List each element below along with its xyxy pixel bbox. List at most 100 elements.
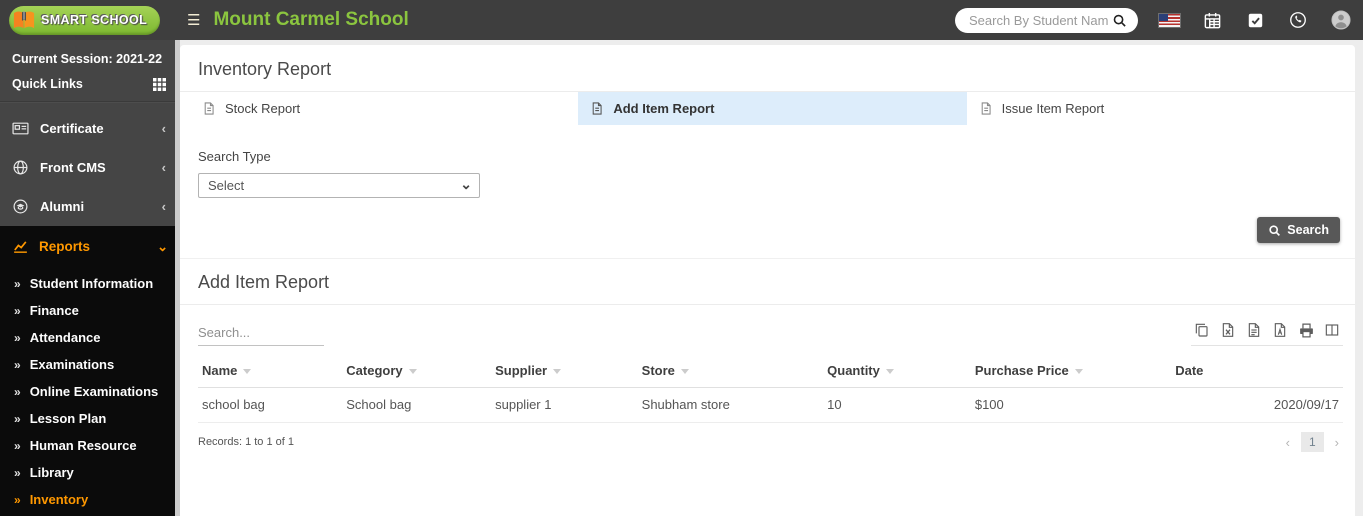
sidebar-item-front-cms[interactable]: Front CMS ‹ xyxy=(0,148,180,187)
table-row[interactable]: school bag School bag supplier 1 Shubham… xyxy=(198,387,1343,423)
current-page-button[interactable]: 1 xyxy=(1300,432,1324,452)
globe-icon xyxy=(12,159,29,176)
user-avatar[interactable] xyxy=(1330,9,1352,31)
cell-supplier: supplier 1 xyxy=(491,387,638,423)
tab-label: Issue Item Report xyxy=(1001,101,1105,116)
search-icon[interactable] xyxy=(1112,13,1127,28)
excel-export-icon[interactable] xyxy=(1219,321,1237,339)
records-count: Records: 1 to 1 of 1 xyxy=(198,436,294,448)
logo-area[interactable]: SMART SCHOOL xyxy=(0,5,180,35)
cell-name: school bag xyxy=(198,387,343,423)
whatsapp-icon[interactable] xyxy=(1287,9,1309,31)
calendar-icon[interactable] xyxy=(1201,9,1223,31)
sidebar-item-attendance[interactable]: » Attendance xyxy=(0,324,180,351)
column-visibility-icon[interactable] xyxy=(1323,321,1341,339)
sidebar-item-label: Certificate xyxy=(40,121,104,136)
sidebar-item-reports[interactable]: Reports ⌄ xyxy=(0,226,180,267)
column-header-name[interactable]: Name xyxy=(198,355,343,388)
submenu-label: Lesson Plan xyxy=(29,411,107,426)
sidebar-item-label: Alumni xyxy=(40,199,85,214)
print-icon[interactable] xyxy=(1297,321,1315,339)
tab-add-item-report[interactable]: Add Item Report xyxy=(578,92,967,125)
school-name-title: Mount Carmel School xyxy=(213,9,409,30)
column-header-category[interactable]: Category xyxy=(342,355,492,388)
sidebar-scrollbar[interactable] xyxy=(175,40,180,516)
quick-links-label: Quick Links xyxy=(12,77,83,91)
next-page-icon[interactable]: › xyxy=(1333,435,1341,450)
cell-store: Shubham store xyxy=(637,387,824,423)
sidebar-item-certificate[interactable]: Certificate ‹ xyxy=(0,109,180,148)
column-header-purchase-price[interactable]: Purchase Price xyxy=(970,355,1172,388)
top-bar: SMART SCHOOL ☰ Mount Carmel School xyxy=(0,0,1363,40)
table-footer: Records: 1 to 1 of 1 ‹ 1 › xyxy=(180,423,1355,461)
submenu-label: Attendance xyxy=(29,330,101,345)
section-title: Add Item Report xyxy=(180,259,1355,305)
book-logo-icon xyxy=(12,9,36,31)
sort-icon xyxy=(885,369,894,375)
sort-icon xyxy=(408,369,417,375)
sort-icon xyxy=(553,369,562,375)
document-icon xyxy=(979,101,993,116)
app-window: SMART SCHOOL ☰ Mount Carmel School Searc… xyxy=(0,0,1363,516)
sidebar-item-online-examinations[interactable]: » Online Examinations xyxy=(0,378,180,405)
search-type-select[interactable]: Select xyxy=(198,173,480,198)
reports-submenu: » Student Information » Finance » Attend… xyxy=(0,267,180,516)
chevron-down-icon: ⌄ xyxy=(157,238,168,254)
tasks-check-icon[interactable] xyxy=(1244,9,1266,31)
sidebar-item-finance[interactable]: » Finance xyxy=(0,297,180,324)
csv-export-icon[interactable] xyxy=(1245,321,1263,339)
page-title: Inventory Report xyxy=(180,45,1355,92)
chevron-left-icon: ‹ xyxy=(161,160,166,175)
previous-page-icon[interactable]: ‹ xyxy=(1284,435,1292,450)
search-button[interactable]: Search xyxy=(1257,217,1340,243)
sidebar-item-human-resource[interactable]: » Human Resource xyxy=(0,432,180,459)
language-flag-icon[interactable] xyxy=(1159,13,1180,27)
sidebar-menu: Certificate ‹ Front CMS ‹ Alumni ‹ xyxy=(0,102,180,226)
sidebar-item-inventory[interactable]: » Inventory xyxy=(0,486,180,513)
submenu-label: Inventory xyxy=(29,492,89,507)
sidebar-item-student-information[interactable]: » Student Information xyxy=(0,270,180,297)
sort-icon xyxy=(243,369,252,375)
submenu-label: Human Resource xyxy=(29,438,137,453)
chevron-left-icon: ‹ xyxy=(161,121,166,136)
tab-label: Stock Report xyxy=(225,101,301,116)
sidebar-toggle-hamburger-icon[interactable]: ☰ xyxy=(187,11,200,29)
tab-stock-report[interactable]: Stock Report xyxy=(190,92,578,125)
reports-label: Reports xyxy=(39,239,91,254)
table-toolbar xyxy=(180,305,1355,346)
chevron-left-icon: ‹ xyxy=(161,199,166,214)
student-search-box[interactable] xyxy=(955,7,1138,33)
column-header-quantity[interactable]: Quantity xyxy=(823,355,971,388)
column-header-supplier[interactable]: Supplier xyxy=(491,355,638,388)
reports-section: Reports ⌄ » Student Information » Financ… xyxy=(0,226,180,516)
sort-icon xyxy=(680,369,689,375)
current-session-label: Current Session: 2021-22 xyxy=(12,52,163,66)
table-search-input[interactable] xyxy=(198,322,324,346)
filter-area: Search Type Select ⌄ xyxy=(180,125,1355,198)
table-header-row: Name Category Supplier Store Quantity Pu… xyxy=(198,355,1343,388)
sidebar-item-lesson-plan[interactable]: » Lesson Plan xyxy=(0,405,180,432)
search-type-label: Search Type xyxy=(198,149,271,164)
sidebar-item-alumni[interactable]: Alumni ‹ xyxy=(0,187,180,226)
logo-text: SMART SCHOOL xyxy=(41,13,148,27)
document-icon xyxy=(590,101,604,116)
double-chevron-icon: » xyxy=(14,357,21,372)
quick-links[interactable]: Quick Links xyxy=(12,70,166,91)
sidebar-item-examinations[interactable]: » Examinations xyxy=(0,351,180,378)
cell-category: School bag xyxy=(342,387,492,423)
export-buttons xyxy=(1191,321,1343,346)
search-button-row: Search xyxy=(180,198,1355,256)
main-content: Inventory Report Stock Report Add Item R… xyxy=(180,40,1363,516)
student-search-input[interactable] xyxy=(969,12,1112,28)
sort-icon xyxy=(1074,369,1083,375)
double-chevron-icon: » xyxy=(14,384,21,399)
search-type-select-wrap: Select ⌄ xyxy=(198,173,480,198)
copy-icon[interactable] xyxy=(1193,321,1211,339)
add-item-report-table: Name Category Supplier Store Quantity Pu… xyxy=(198,355,1343,423)
pdf-export-icon[interactable] xyxy=(1271,321,1289,339)
column-header-date[interactable]: Date xyxy=(1171,355,1343,388)
sidebar-item-library[interactable]: » Library xyxy=(0,459,180,486)
tab-issue-item-report[interactable]: Issue Item Report xyxy=(967,92,1355,125)
double-chevron-icon: » xyxy=(14,465,21,480)
column-header-store[interactable]: Store xyxy=(637,355,824,388)
